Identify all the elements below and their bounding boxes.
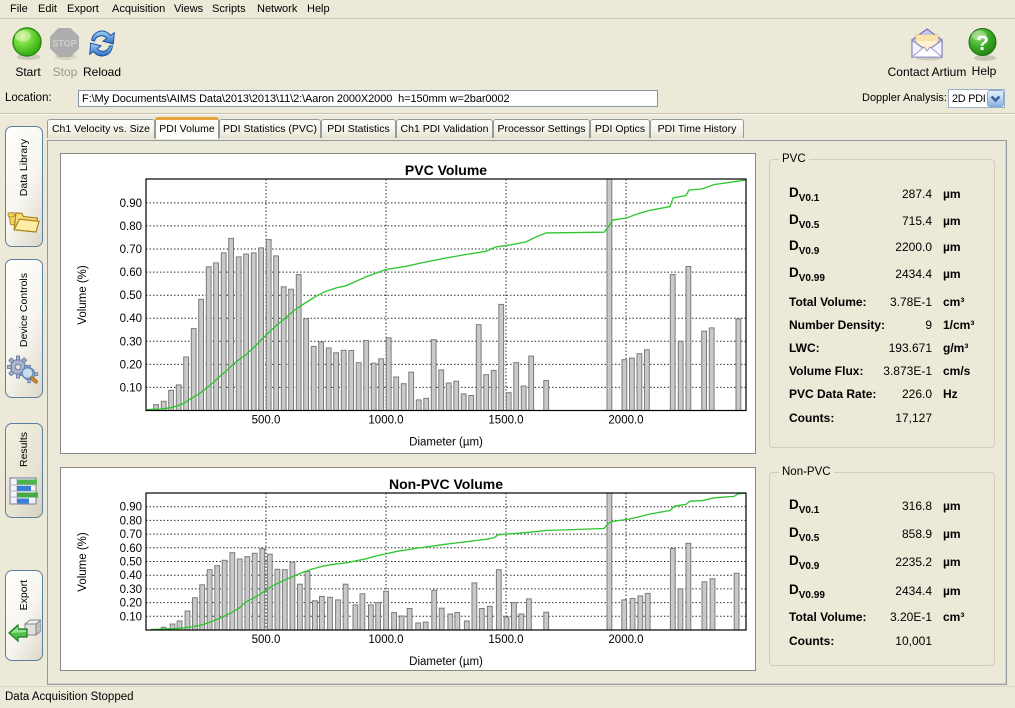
svg-text:0.80: 0.80 (120, 515, 142, 527)
svg-text:1000.0: 1000.0 (368, 415, 403, 427)
svg-text:Volume (%): Volume (%) (77, 265, 89, 325)
svg-text:0.70: 0.70 (120, 529, 142, 541)
svg-text:Diameter (µm): Diameter (µm) (409, 437, 483, 449)
svg-text:0.50: 0.50 (120, 557, 142, 569)
svg-text:0.20: 0.20 (120, 359, 142, 371)
svg-text:0.50: 0.50 (120, 290, 142, 302)
svg-text:0.40: 0.40 (120, 570, 142, 582)
svg-text:0.90: 0.90 (120, 198, 142, 210)
svg-text:0.30: 0.30 (120, 336, 142, 348)
svg-text:0.70: 0.70 (120, 244, 142, 256)
svg-text:0.90: 0.90 (120, 502, 142, 514)
svg-text:0.10: 0.10 (120, 611, 142, 623)
svg-text:2000.0: 2000.0 (608, 634, 643, 646)
svg-text:Diameter (µm): Diameter (µm) (409, 656, 483, 668)
svg-text:1000.0: 1000.0 (368, 634, 403, 646)
svg-text:0.40: 0.40 (120, 313, 142, 325)
svg-text:0.80: 0.80 (120, 221, 142, 233)
svg-text:?: ? (976, 32, 989, 55)
svg-text:Non-PVC Volume: Non-PVC Volume (389, 476, 503, 492)
svg-text:1500.0: 1500.0 (488, 415, 523, 427)
svg-text:0.60: 0.60 (120, 267, 142, 279)
svg-text:2000.0: 2000.0 (608, 415, 643, 427)
svg-text:0.60: 0.60 (120, 543, 142, 555)
svg-text:STOP: STOP (52, 39, 76, 49)
svg-text:500.0: 500.0 (252, 634, 281, 646)
svg-text:0.20: 0.20 (120, 598, 142, 610)
svg-text:1500.0: 1500.0 (488, 634, 523, 646)
svg-text:500.0: 500.0 (252, 415, 281, 427)
svg-text:PVC Volume: PVC Volume (405, 162, 487, 178)
svg-text:Volume (%): Volume (%) (77, 532, 89, 592)
svg-text:0.10: 0.10 (120, 382, 142, 394)
svg-text:0.30: 0.30 (120, 584, 142, 596)
